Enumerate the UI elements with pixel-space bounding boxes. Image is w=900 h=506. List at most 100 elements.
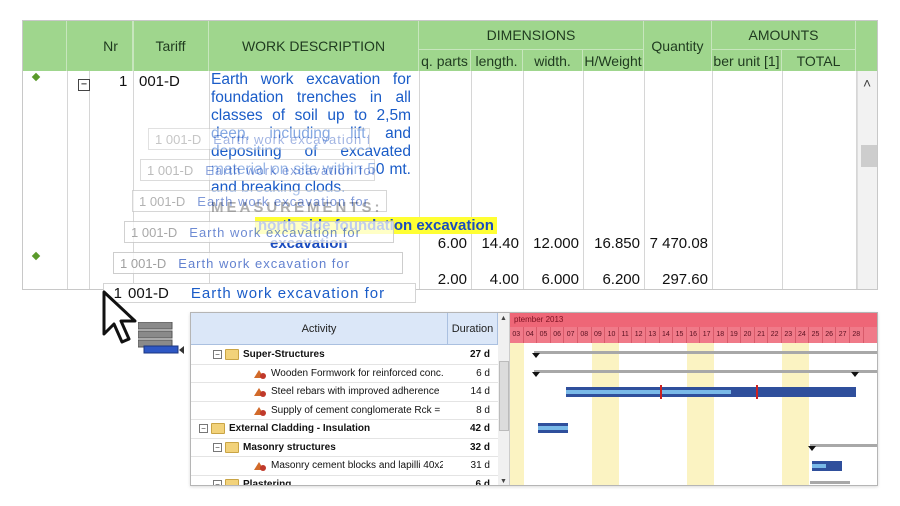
m2-height[interactable]: 6.200 — [583, 271, 640, 288]
folder-icon — [225, 349, 239, 360]
summary-bar[interactable] — [534, 370, 877, 373]
m2-length[interactable]: 4.00 — [471, 271, 519, 288]
task-progress — [566, 390, 731, 394]
gantt-vertical-scrollbar[interactable]: ▲ ▼ — [498, 313, 510, 485]
collapse-icon[interactable]: − — [213, 442, 222, 452]
summary-bar[interactable] — [810, 481, 850, 484]
col-divider — [644, 71, 645, 289]
gantt-day-cell: 23 — [782, 327, 796, 343]
task-bar[interactable] — [566, 387, 856, 397]
scroll-up-icon[interactable]: ▲ — [500, 315, 507, 322]
ghost-tariff: 001-D — [141, 224, 178, 240]
gantt-day-cell: 21 — [755, 327, 769, 343]
row-tariff[interactable]: 001-D — [139, 73, 180, 90]
gantt-duration: 14 d — [470, 386, 490, 397]
header-spacer — [23, 21, 67, 71]
scroll-up-icon[interactable]: ˄ — [863, 75, 871, 91]
dragged-desc: Earth work excavation for — [190, 284, 386, 302]
gantt-duration: 6 d — [475, 478, 490, 486]
gantt-duration: 6 d — [476, 367, 490, 379]
m1-width[interactable]: 12.000 — [523, 235, 579, 252]
header-per-unit[interactable]: ber unit [1] — [712, 49, 782, 71]
gantt-task-row[interactable]: Steel rebars with improved adherence ...… — [191, 383, 498, 402]
m2-eq-parts[interactable]: 2.00 — [419, 271, 467, 288]
gantt-task-row[interactable]: Masonry cement blocks and lapilli 40x2..… — [191, 457, 498, 476]
gantt-panel: Activity Duration − Super-Structures 27 d W… — [190, 312, 878, 486]
header-work-description[interactable]: WORK DESCRIPTION — [209, 21, 419, 71]
col-divider — [523, 71, 524, 289]
task-bar[interactable] — [538, 423, 568, 433]
dragged-row[interactable]: 1 001-D Earth work excavation for — [103, 283, 416, 303]
task-marker — [660, 385, 662, 399]
gantt-task-row[interactable]: Wooden Formwork for reinforced conc... 6 … — [191, 365, 498, 383]
gantt-duration: 42 d — [469, 423, 490, 434]
header-height-weight[interactable]: H/Weight — [583, 49, 644, 71]
collapse-icon[interactable]: − — [78, 79, 90, 91]
gantt-day-cell: 20 — [741, 327, 755, 343]
gantt-group-row[interactable]: − Plastering 6 d — [191, 476, 498, 486]
header-quantity[interactable]: Quantity — [644, 21, 712, 71]
gantt-day-cell: 07 — [564, 327, 578, 343]
ghost-desc: Earth work excavation for — [189, 224, 361, 240]
m1-eq-parts[interactable]: 6.00 — [419, 235, 467, 252]
header-eq-parts[interactable]: q. parts — [419, 49, 471, 71]
col-divider — [471, 71, 472, 289]
estimate-grid: Nr Tariff WORK DESCRIPTION DIMENSIONS q.… — [22, 20, 878, 290]
m2-width[interactable]: 6.000 — [523, 271, 579, 288]
gantt-activity-label: Supply of cement conglomerate Rck = ... — [271, 404, 443, 416]
header-length[interactable]: length. — [471, 49, 523, 71]
col-divider — [419, 71, 420, 289]
folder-icon — [225, 478, 239, 485]
gantt-day-cell: 09 — [592, 327, 606, 343]
gantt-group-row[interactable]: − Masonry structures 32 d — [191, 439, 498, 457]
gantt-day-cell: 26 — [823, 327, 837, 343]
gantt-duration: 32 d — [469, 441, 490, 453]
ghost-desc: Earth work excavation for — [205, 162, 375, 178]
summary-bar[interactable] — [534, 351, 877, 354]
scroll-down-icon[interactable]: ▼ — [500, 478, 507, 485]
m2-quantity: 297.60 — [662, 271, 708, 288]
gantt-activity-label: Wooden Formwork for reinforced conc... — [271, 367, 443, 379]
gantt-day-cell: 12 — [632, 327, 646, 343]
summary-start-icon — [808, 446, 816, 451]
header-nr[interactable]: Nr — [89, 21, 133, 71]
gantt-header-activity[interactable]: Activity — [191, 313, 448, 345]
collapse-icon[interactable]: − — [213, 479, 222, 485]
gantt-task-row[interactable]: Supply of cement conglomerate Rck = ... 8… — [191, 402, 498, 420]
header-width[interactable]: width. — [523, 49, 583, 71]
gantt-day-cell: 25 — [809, 327, 823, 343]
gantt-group-row[interactable]: − External Cladding - Insulation 42 d — [191, 420, 498, 439]
gantt-header-duration[interactable]: Duration — [448, 313, 498, 345]
gantt-activity-label: Steel rebars with improved adherence ... — [271, 386, 443, 397]
header-total[interactable]: TOTAL — [782, 49, 856, 71]
collapse-icon[interactable]: − — [199, 424, 208, 433]
task-bar[interactable] — [812, 461, 842, 471]
ghost-nr: 1 — [139, 193, 147, 209]
scroll-thumb[interactable] — [861, 145, 877, 167]
gantt-day-cell: 14 — [660, 327, 674, 343]
summary-bar[interactable] — [810, 444, 877, 447]
gantt-day-cell: 15 — [673, 327, 687, 343]
ghost-tariff: 001-D — [157, 162, 194, 178]
gantt-group-row[interactable]: − Super-Structures 27 d — [191, 346, 498, 365]
gantt-duration: 8 d — [476, 404, 490, 416]
col-divider — [712, 71, 713, 289]
task-resource-icon — [254, 369, 266, 379]
row-marker-icon — [31, 251, 41, 261]
gantt-scroll-thumb[interactable] — [499, 361, 509, 431]
m1-length[interactable]: 14.40 — [471, 235, 519, 252]
ghost-desc: Earth work excavation for — [213, 131, 370, 147]
gantt-day-cell: 03 — [510, 327, 524, 343]
gantt-activity-label: Masonry cement blocks and lapilli 40x2..… — [271, 460, 443, 471]
gantt-day-cell: 18 — [714, 327, 728, 343]
gantt-day-cell: 19 — [728, 327, 742, 343]
ghost-tariff: 001-D — [165, 131, 202, 147]
vertical-scrollbar[interactable]: ˄ — [857, 71, 877, 289]
m1-height[interactable]: 16.850 — [583, 235, 640, 252]
m1-quantity: 7 470.08 — [649, 235, 708, 252]
collapse-icon[interactable]: − — [213, 350, 222, 359]
header-dimensions: DIMENSIONS — [419, 21, 644, 49]
header-tariff[interactable]: Tariff — [133, 21, 209, 71]
task-progress — [812, 464, 826, 468]
gantt-month-label: ptember 2013 — [510, 313, 877, 327]
